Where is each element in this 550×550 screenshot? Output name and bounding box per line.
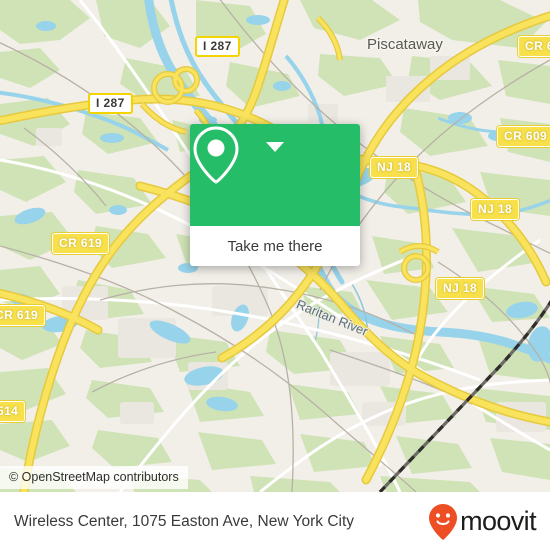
map-screenshot: I 287 I 287 CR 6 CR 609 NJ 18 NJ 18 NJ 1…	[0, 0, 550, 550]
shield-nj18-east: NJ 18	[471, 199, 520, 220]
moovit-wordmark: moovit	[460, 506, 537, 536]
shield-nj18-south: NJ 18	[436, 278, 485, 299]
shield-i287-upper: I 287	[195, 36, 240, 57]
shield-i287-lower: I 287	[88, 93, 133, 114]
map-attribution[interactable]: © OpenStreetMap contributors	[0, 466, 188, 489]
map-canvas[interactable]: I 287 I 287 CR 6 CR 609 NJ 18 NJ 18 NJ 1…	[0, 0, 550, 492]
shield-cr619-lower: CR 619	[0, 305, 46, 326]
shield-cr619-upper: CR 619	[52, 233, 110, 254]
popup-pointer	[266, 142, 284, 152]
shield-514: 514	[0, 401, 26, 422]
shield-cr6: CR 6	[518, 36, 550, 57]
shield-nj18-north: NJ 18	[370, 157, 419, 178]
popup-cta[interactable]: Take me there	[190, 226, 360, 266]
popup-cta-label: Take me there	[227, 237, 323, 255]
popup-header	[190, 124, 360, 226]
shield-cr609: CR 609	[497, 126, 550, 147]
moovit-logo[interactable]: moovit	[428, 503, 537, 541]
map-pin-icon	[193, 126, 239, 184]
footer-bar: Wireless Center, 1075 Easton Ave, New Yo…	[0, 492, 550, 550]
moovit-smiley-pin-icon	[429, 503, 458, 540]
location-title: Wireless Center, 1075 Easton Ave, New Yo…	[14, 512, 355, 530]
place-label-piscataway: Piscataway	[367, 36, 443, 53]
